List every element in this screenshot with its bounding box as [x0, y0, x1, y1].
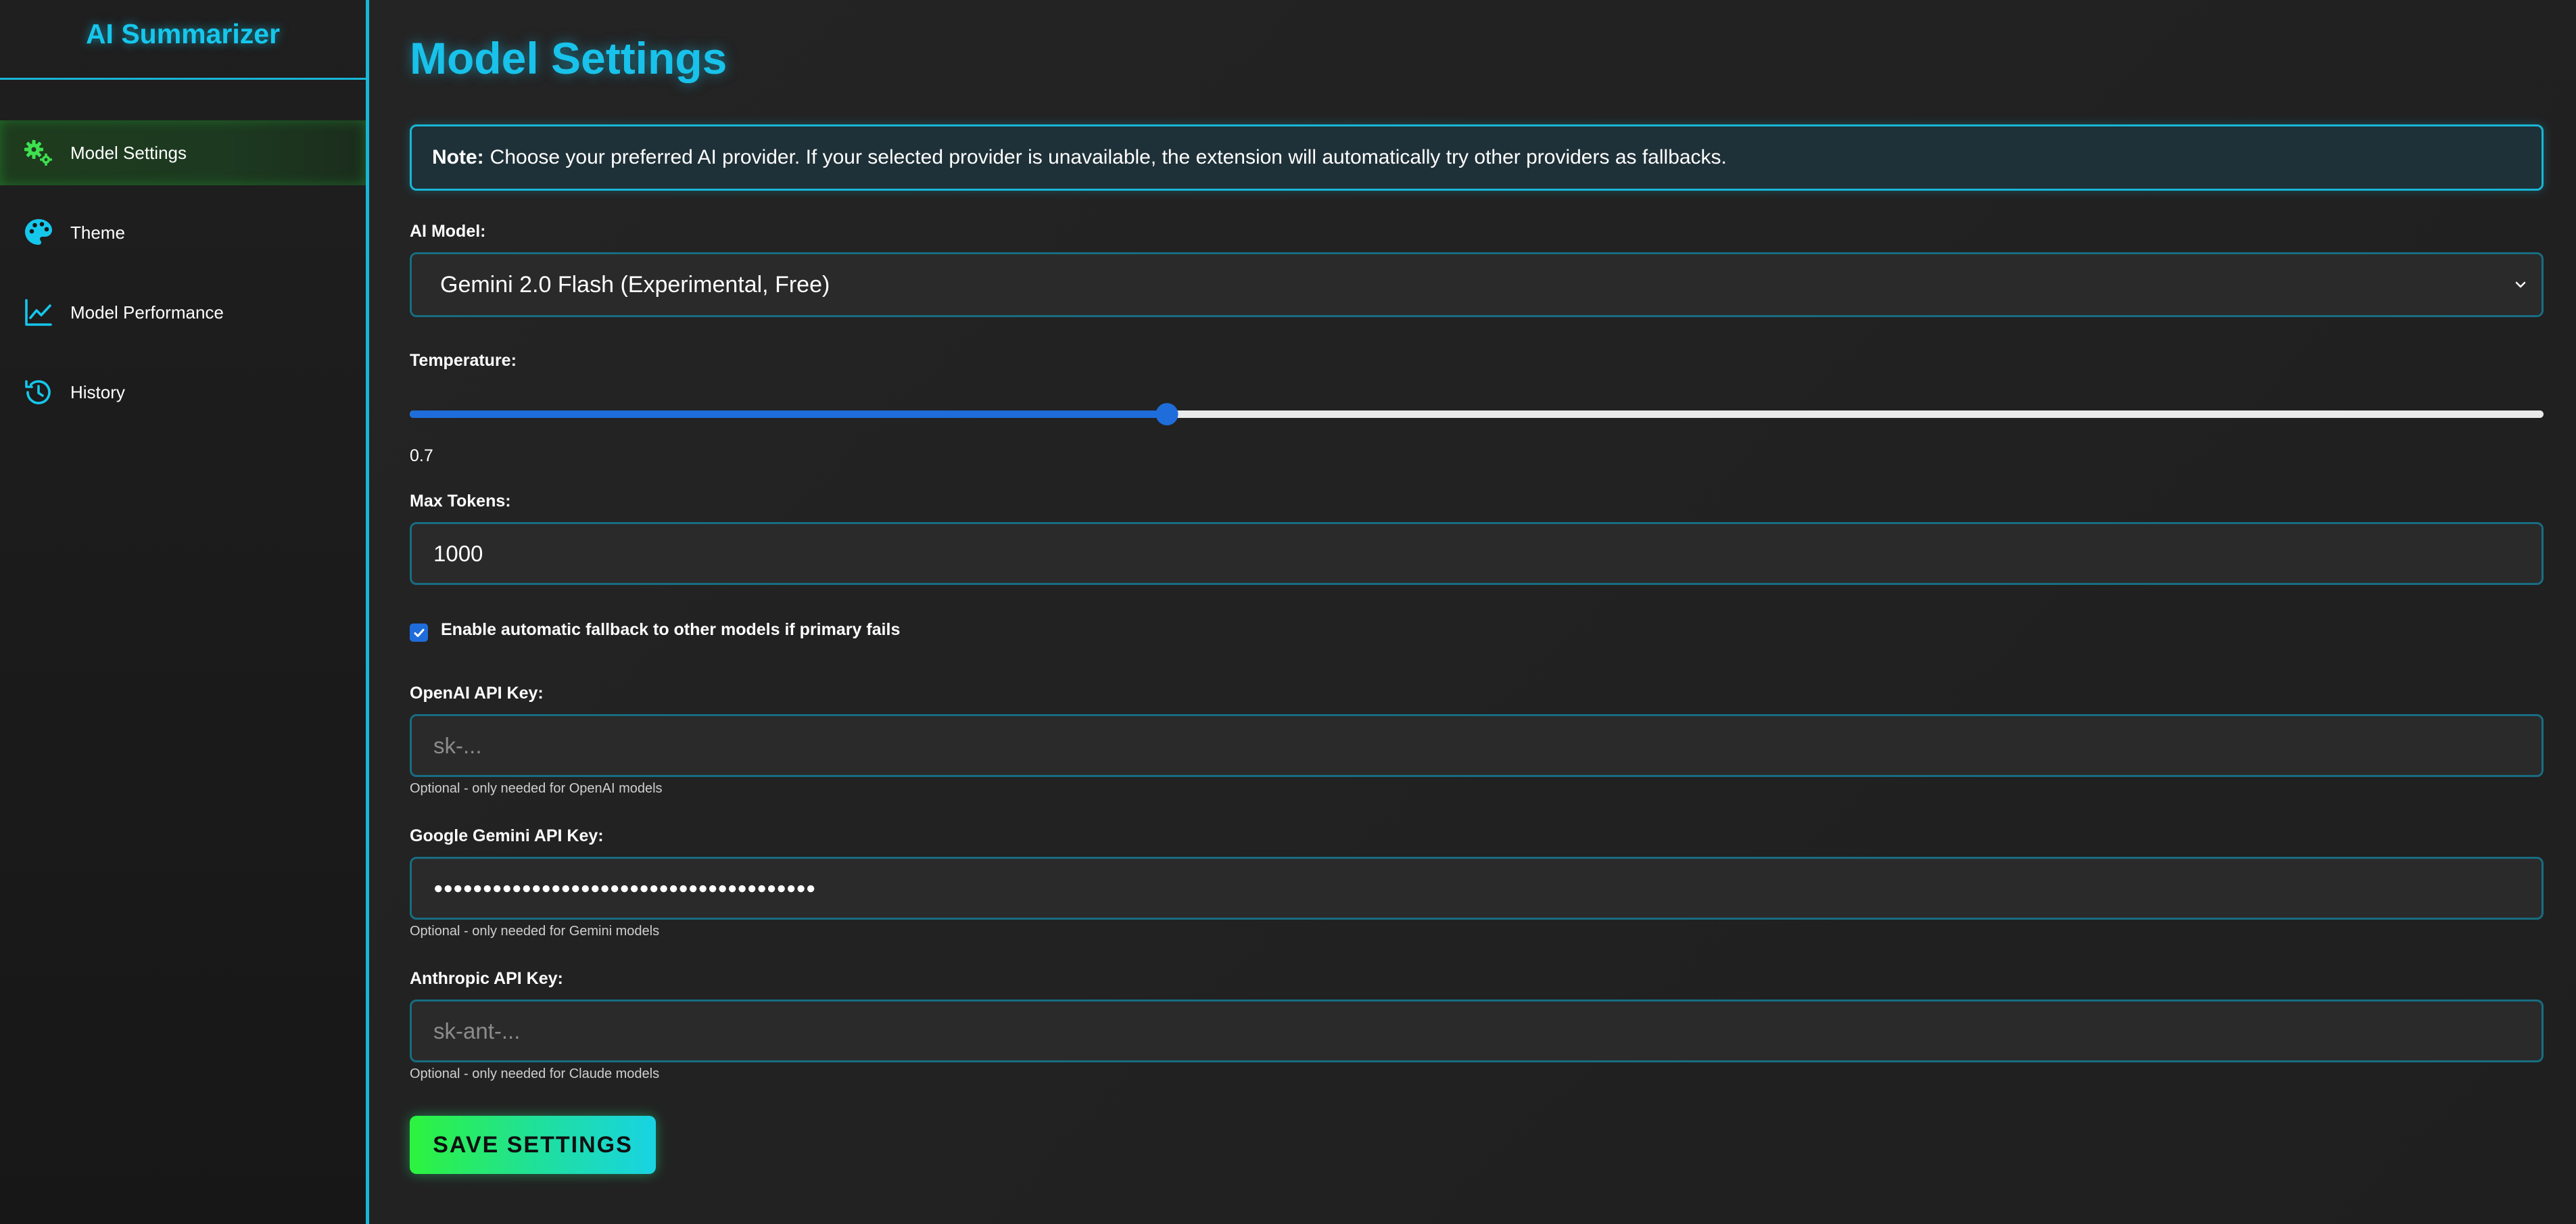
save-settings-button[interactable]: SAVE SETTINGS	[410, 1116, 656, 1174]
anthropic-key-label: Anthropic API Key:	[410, 969, 563, 988]
page-title: Model Settings	[410, 33, 728, 83]
fallback-checkbox[interactable]	[410, 623, 428, 642]
fallback-option: Enable automatic fallback to other model…	[410, 620, 2544, 642]
note-text: Choose your preferred AI provider. If yo…	[490, 146, 1727, 168]
max-tokens-input[interactable]	[410, 522, 2544, 585]
checkmark-icon	[414, 628, 424, 637]
sidebar-item-label: Model Settings	[70, 142, 187, 163]
provider-note: Note: Choose your preferred AI provider.…	[410, 124, 2544, 191]
sidebar-item-label: Theme	[70, 222, 125, 243]
sidebar-item-history[interactable]: History	[0, 360, 366, 425]
temperature-slider[interactable]	[410, 403, 2544, 425]
gemini-key-label: Google Gemini API Key:	[410, 826, 604, 845]
app-window: AI Summarizer Model Settings Theme Model…	[0, 0, 2576, 1224]
sidebar-item-model-performance[interactable]: Model Performance	[0, 280, 366, 345]
temperature-label: Temperature:	[410, 351, 517, 370]
line-chart-icon	[22, 296, 55, 329]
model-select-value: Gemini 2.0 Flash (Experimental, Free)	[440, 271, 830, 298]
sidebar-header: AI Summarizer	[0, 0, 366, 80]
slider-thumb[interactable]	[1155, 403, 1178, 425]
max-tokens-field: Max Tokens:	[410, 492, 2544, 585]
max-tokens-label: Max Tokens:	[410, 492, 511, 511]
anthropic-key-field: Anthropic API Key: Optional - only neede…	[410, 969, 2544, 1082]
fallback-label: Enable automatic fallback to other model…	[441, 620, 901, 639]
palette-icon	[22, 216, 55, 250]
openai-key-input[interactable]	[410, 714, 2544, 777]
app-title: AI Summarizer	[85, 18, 281, 49]
openai-key-field: OpenAI API Key: Optional - only needed f…	[410, 684, 2544, 797]
sidebar-item-theme[interactable]: Theme	[0, 200, 366, 265]
history-icon	[22, 375, 55, 409]
sidebar-item-label: Model Performance	[70, 302, 224, 323]
model-label: AI Model:	[410, 222, 486, 241]
gemini-key-field: Google Gemini API Key: Optional - only n…	[410, 826, 2544, 939]
openai-key-hint: Optional - only needed for OpenAI models	[410, 781, 663, 796]
sidebar: AI Summarizer Model Settings Theme Model…	[0, 0, 369, 1224]
model-select[interactable]: Gemini 2.0 Flash (Experimental, Free)	[410, 252, 2544, 317]
chevron-down-icon	[2513, 272, 2528, 298]
gemini-key-input[interactable]	[410, 857, 2544, 920]
sidebar-item-label: History	[70, 381, 125, 402]
settings-panel: Model Settings Note: Choose your preferr…	[369, 0, 2576, 1224]
gemini-key-hint: Optional - only needed for Gemini models	[410, 924, 660, 939]
note-label: Note:	[432, 146, 484, 168]
openai-key-label: OpenAI API Key:	[410, 684, 544, 703]
temperature-value: 0.7	[410, 446, 433, 465]
slider-fill	[410, 410, 1168, 418]
sidebar-item-model-settings[interactable]: Model Settings	[0, 120, 366, 185]
sidebar-nav: Model Settings Theme Model Performance H…	[0, 120, 366, 425]
anthropic-key-hint: Optional - only needed for Claude models	[410, 1066, 660, 1081]
model-field: AI Model: Gemini 2.0 Flash (Experimental…	[410, 222, 2544, 317]
gears-icon	[22, 136, 55, 170]
temperature-field: Temperature: 0.7	[410, 351, 2544, 466]
anthropic-key-input[interactable]	[410, 999, 2544, 1062]
